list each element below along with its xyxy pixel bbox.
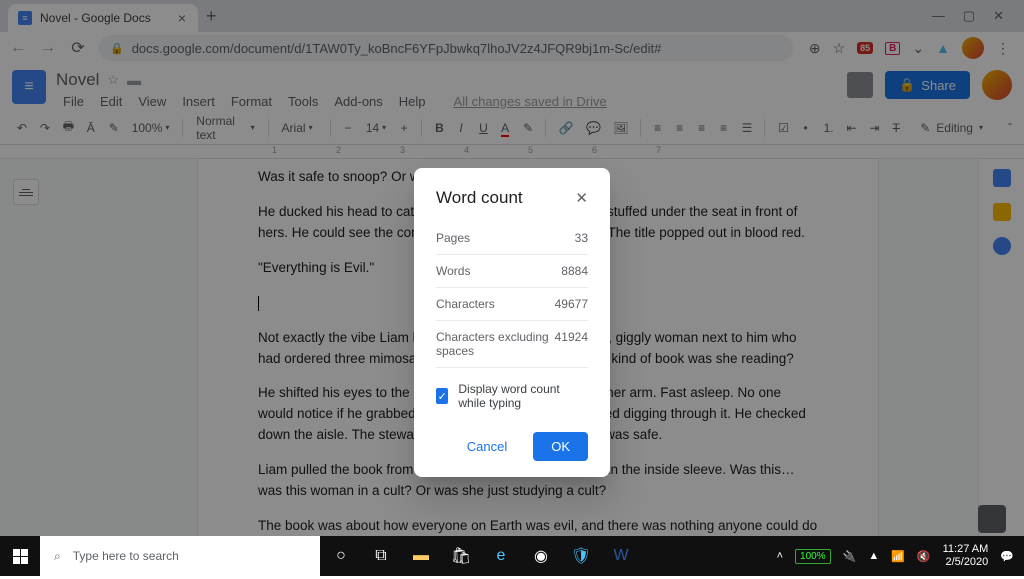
security-icon[interactable]: 🛡	[562, 536, 600, 576]
wifi-icon[interactable]: 📶	[891, 550, 905, 563]
task-view-icon[interactable]: ⧉	[362, 536, 400, 576]
tray-chevron-icon[interactable]: ˄	[777, 550, 783, 562]
chrome-icon[interactable]: ◉	[522, 536, 560, 576]
cancel-button[interactable]: Cancel	[449, 432, 525, 461]
clock[interactable]: 11:27 AM 2/5/2020	[943, 543, 989, 569]
close-icon[interactable]: ✕	[575, 189, 588, 207]
store-icon[interactable]: 🛍	[442, 536, 480, 576]
display-while-typing-checkbox[interactable]: ✓	[436, 388, 448, 404]
modal-overlay[interactable]: Word count ✕ Pages 33 Words 8884 Charact…	[0, 0, 1024, 576]
file-explorer-icon[interactable]: ▬	[402, 536, 440, 576]
word-count-dialog: Word count ✕ Pages 33 Words 8884 Charact…	[414, 168, 610, 477]
checkbox-label: Display word count while typing	[458, 382, 588, 410]
wc-words-row: Words 8884	[436, 255, 588, 288]
battery-indicator[interactable]: 100%	[795, 549, 831, 564]
taskbar: ⌕ Type here to search ○ ⧉ ▬ 🛍 e ◉ 🛡 W ˄ …	[0, 536, 1024, 576]
wc-pages-row: Pages 33	[436, 222, 588, 255]
notifications-icon[interactable]: 💬	[1000, 550, 1014, 563]
edge-icon[interactable]: e	[482, 536, 520, 576]
wc-chars-no-spaces-row: Characters excluding spaces 41924	[436, 321, 588, 368]
volume-icon[interactable]: 🔇	[917, 550, 931, 563]
search-icon: ⌕	[54, 549, 61, 564]
taskbar-search[interactable]: ⌕ Type here to search	[40, 536, 320, 576]
dialog-title: Word count	[436, 188, 523, 208]
wc-characters-row: Characters 49677	[436, 288, 588, 321]
start-button[interactable]	[0, 536, 40, 576]
power-icon[interactable]: 🔌	[843, 550, 857, 563]
ok-button[interactable]: OK	[533, 432, 588, 461]
cortana-icon[interactable]: ○	[322, 536, 360, 576]
word-icon[interactable]: W	[602, 536, 640, 576]
network-icon[interactable]: ▲	[868, 550, 879, 562]
